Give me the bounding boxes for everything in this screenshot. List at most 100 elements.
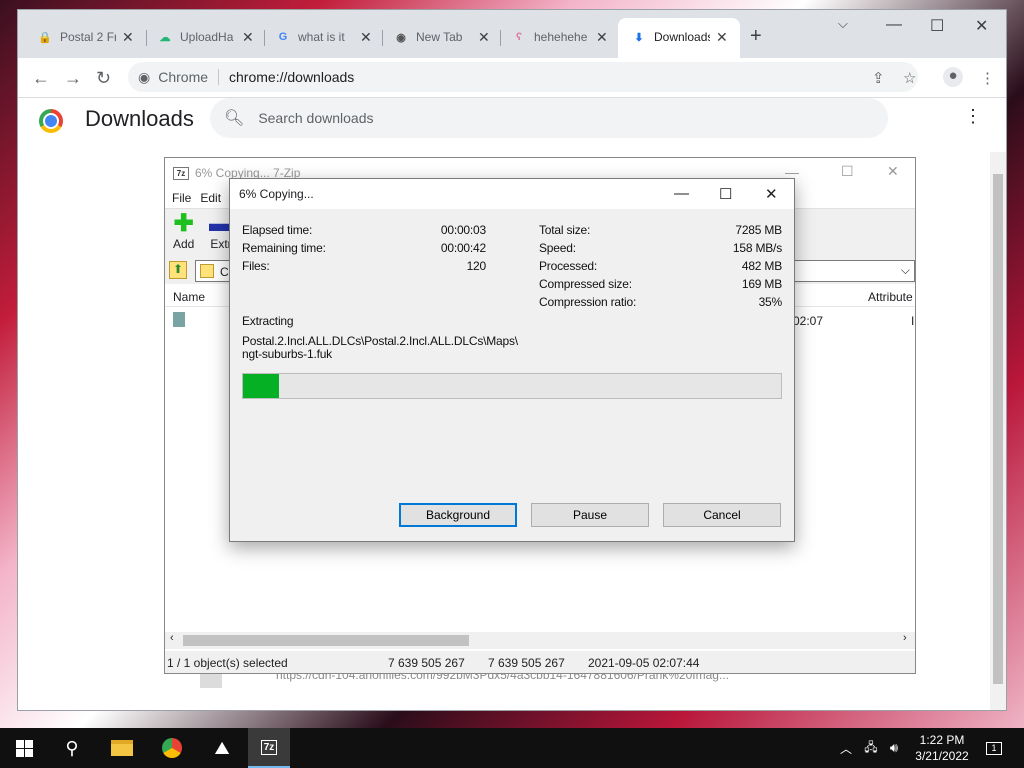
processed-label: Processed: <box>539 259 598 273</box>
scrollbar-thumb[interactable] <box>993 174 1003 684</box>
tab-title: Postal 2 Fr <box>60 30 116 44</box>
chrome-menu-icon[interactable]: ⋮ <box>980 69 995 87</box>
close-icon[interactable]: ✕ <box>596 29 608 46</box>
scroll-right-icon[interactable]: › <box>903 632 907 644</box>
cancel-button[interactable]: Cancel <box>663 503 781 527</box>
close-icon[interactable]: ✕ <box>478 29 490 46</box>
add-button[interactable]: ✚ Add <box>173 210 194 252</box>
forward-arrow-icon[interactable]: → <box>64 69 82 87</box>
horizontal-scrollbar[interactable]: ‹ › <box>165 632 915 649</box>
new-tab-button[interactable]: + <box>750 24 762 48</box>
volume-icon[interactable]: 🔊︎ <box>885 728 903 768</box>
tab-google-search[interactable]: G what is it ✕ <box>276 25 372 49</box>
tab-title: what is it <box>298 30 345 44</box>
google-g-icon: G <box>278 31 288 43</box>
back-arrow-icon[interactable]: ← <box>32 69 50 87</box>
progress-bar <box>242 373 782 399</box>
search-icon: 🔍︎ <box>224 110 245 127</box>
tab-hehehehe[interactable]: ʕ hehehehe ✕ <box>512 25 608 49</box>
elapsed-time-label: Elapsed time: <box>242 223 313 237</box>
status-size: 7 639 505 267 <box>388 656 465 670</box>
browser-toolbar: ← → ↻ ◉ Chrome chrome://downloads ⇪ ☆ ● … <box>18 58 1006 98</box>
close-icon[interactable]: ✕ <box>716 29 728 46</box>
folder-up-icon[interactable]: ⬆ <box>169 261 187 279</box>
close-icon[interactable]: ✕ <box>242 29 254 46</box>
site-label: Chrome <box>158 69 209 85</box>
current-file-name: ngt-suburbs-1.fuk <box>242 347 332 361</box>
column-name[interactable]: Name <box>173 290 205 304</box>
green-plus-icon: ✚ <box>173 210 194 237</box>
compression-ratio-value: 35% <box>758 295 783 309</box>
clock[interactable]: 1:22 PM 3/21/2022 <box>912 732 972 764</box>
tab-postal[interactable]: 🔒 Postal 2 Fr ✕ <box>38 25 134 49</box>
total-size-value: 7285 MB <box>735 223 782 237</box>
menu-file[interactable]: File <box>172 191 191 205</box>
tab-new-tab[interactable]: ◉ New Tab ✕ <box>394 25 490 49</box>
menu-edit[interactable]: Edit <box>200 191 221 205</box>
tab-search-chevron-icon[interactable]: ⌵ <box>838 16 848 32</box>
profile-avatar-icon[interactable]: ● <box>943 67 963 87</box>
status-modified: 2021-09-05 02:07:44 <box>588 656 700 670</box>
site-info[interactable]: ◉ Chrome <box>138 69 208 86</box>
close-dialog-button[interactable]: ✕ <box>765 185 778 203</box>
scrollbar-thumb[interactable] <box>183 635 469 646</box>
minimize-button[interactable]: — <box>886 16 902 34</box>
row-modified: 02:07 <box>793 314 824 328</box>
compression-ratio-label: Compression ratio: <box>539 295 637 309</box>
dialog-title: 6% Copying... <box>239 187 314 201</box>
tab-title: UploadHa <box>180 30 234 44</box>
network-icon[interactable]: 🖧 <box>862 728 880 768</box>
operation-label: Extracting <box>242 314 294 328</box>
7zip-icon[interactable]: 7z <box>248 728 290 768</box>
plus-icon: + <box>750 24 762 47</box>
files-value: 120 <box>466 259 487 273</box>
download-icon: ⬇ <box>634 31 644 44</box>
column-attributes[interactable]: Attribute <box>868 290 913 304</box>
bookmark-star-icon[interactable]: ☆ <box>903 69 916 87</box>
tab-downloads[interactable]: ⬇ Downloads ✕ <box>632 25 728 49</box>
chrome-icon: ◉ <box>138 68 151 85</box>
search-icon[interactable]: ⚲ <box>56 728 88 768</box>
background-button[interactable]: Background <box>399 503 517 527</box>
chrome-logo-icon <box>39 109 63 133</box>
row-attributes: I <box>911 314 915 328</box>
minimize-button[interactable]: — <box>674 185 689 202</box>
status-selection: 1 / 1 object(s) selected <box>167 656 288 670</box>
taskbar: ⚲ ⛰ 7z ︿ 🖧 🔊︎ 1:22 PM 3/21/2022 1 <box>0 728 1024 768</box>
close-window-button[interactable]: ✕ <box>975 16 988 36</box>
lock-red-icon: 🔒 <box>38 31 52 44</box>
status-bar: 1 / 1 object(s) selected 7 639 505 267 7… <box>165 651 915 673</box>
maximize-button[interactable]: ☐ <box>930 16 944 36</box>
maximize-button[interactable]: ☐ <box>719 185 732 203</box>
notification-center-icon[interactable]: 1 <box>984 728 1004 768</box>
close-window-button[interactable]: ✕ <box>887 163 899 180</box>
chrome-icon[interactable] <box>156 728 188 768</box>
show-hidden-icons-icon[interactable]: ︿ <box>838 728 854 768</box>
compressed-size-value: 169 MB <box>741 277 782 291</box>
clock-date: 3/21/2022 <box>915 749 969 763</box>
address-bar[interactable]: ◉ Chrome chrome://downloads <box>128 62 918 92</box>
photos-icon[interactable]: ⛰ <box>206 728 238 768</box>
more-actions-icon[interactable]: ⋮ <box>964 106 982 127</box>
page-title: Downloads <box>85 106 194 131</box>
search-downloads-field[interactable]: 🔍︎ Search downloads <box>210 98 888 138</box>
pink-bunny-icon: ʕ <box>515 31 523 43</box>
close-icon[interactable]: ✕ <box>122 29 134 46</box>
pause-button[interactable]: Pause <box>531 503 649 527</box>
windows-start-icon[interactable] <box>12 740 36 757</box>
folder-icon[interactable] <box>173 312 185 327</box>
scroll-left-icon[interactable]: ‹ <box>170 632 174 644</box>
copy-progress-dialog: 6% Copying... — ☐ ✕ Elapsed time: 00:00:… <box>229 178 795 542</box>
file-explorer-icon[interactable] <box>106 728 138 768</box>
maximize-button[interactable]: ☐ <box>841 163 854 180</box>
path-text: C <box>220 265 229 279</box>
close-icon[interactable]: ✕ <box>360 29 372 46</box>
chrome-icon: ◉ <box>396 31 406 44</box>
archive-icon <box>200 264 214 278</box>
page-scrollbar[interactable] <box>990 152 1006 710</box>
reload-icon[interactable]: ↻ <box>96 69 111 87</box>
share-icon[interactable]: ⇪ <box>872 69 885 87</box>
chevron-down-icon[interactable]: ⌵ <box>901 263 910 278</box>
tab-uploadhaven[interactable]: ☁ UploadHa ✕ <box>158 25 254 49</box>
processed-value: 482 MB <box>741 259 782 273</box>
